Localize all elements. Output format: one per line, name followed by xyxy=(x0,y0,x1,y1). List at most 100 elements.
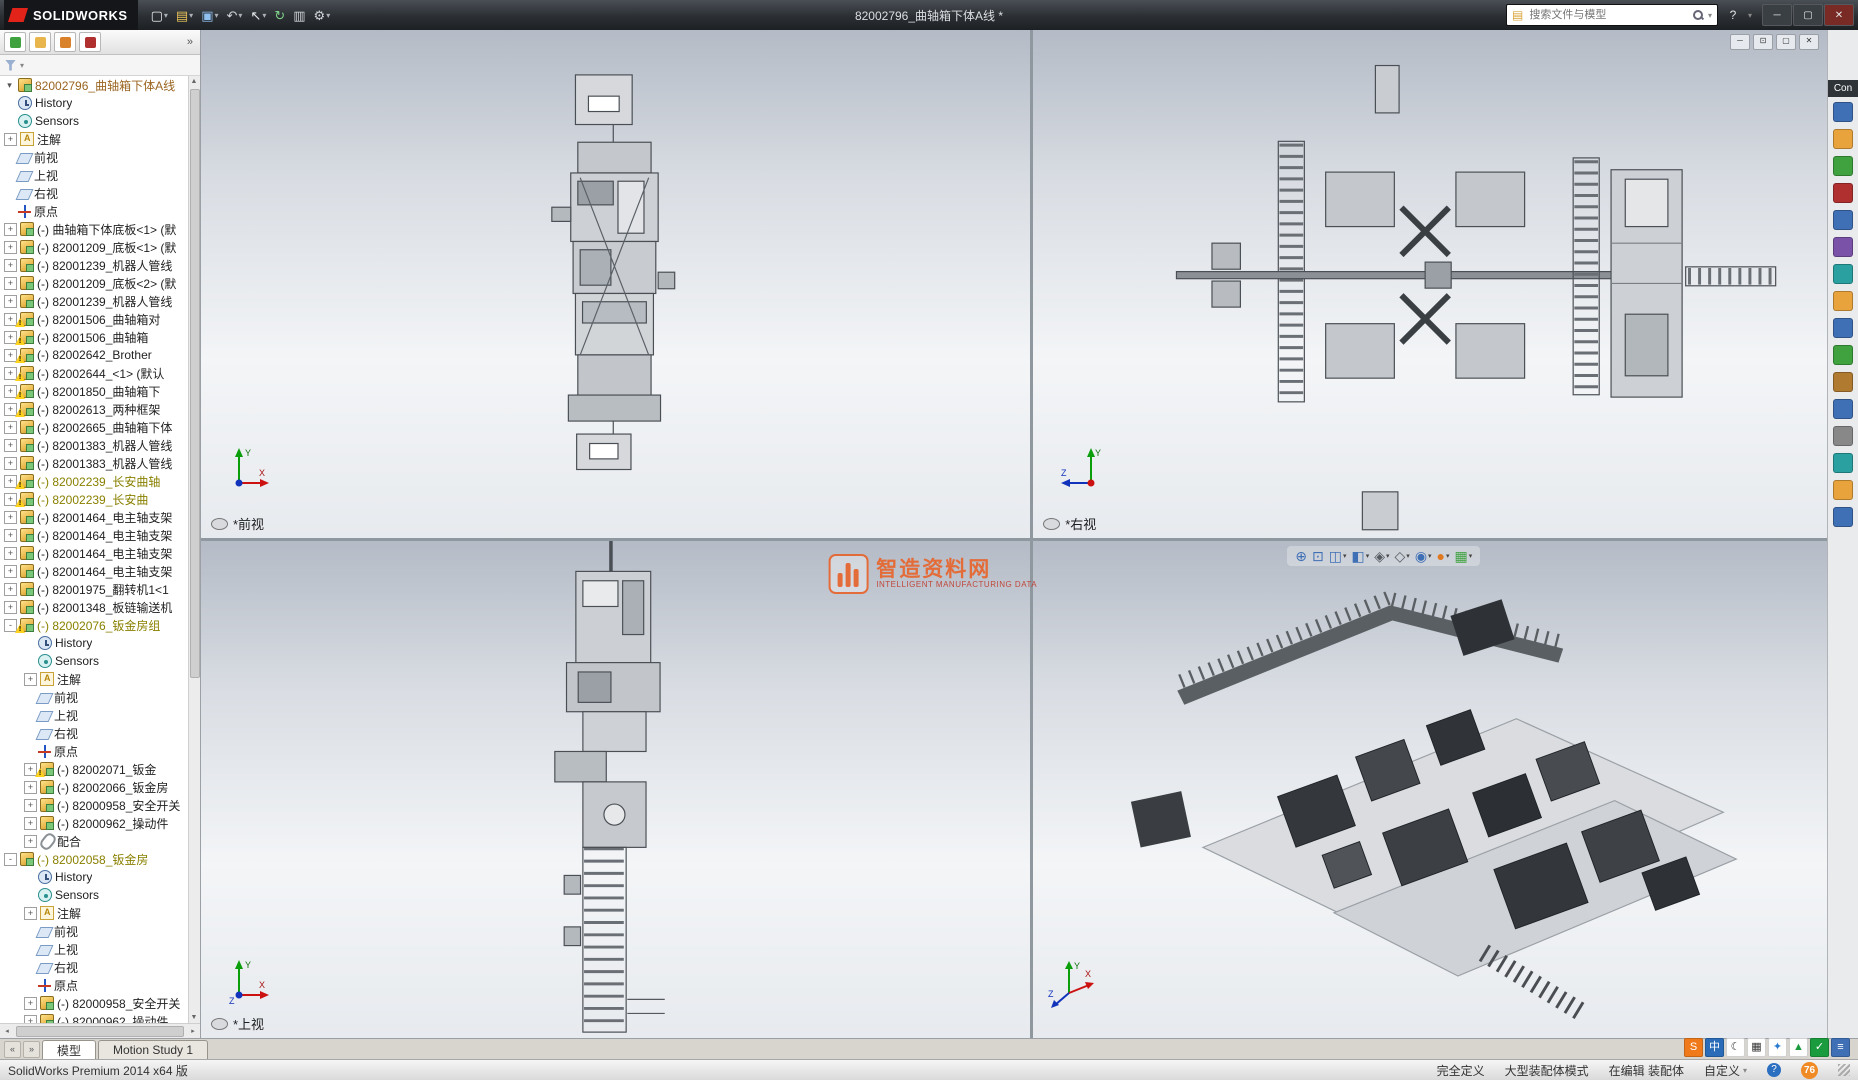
help-caret-icon[interactable]: ▾ xyxy=(1748,11,1752,20)
tree-item[interactable]: 原点 xyxy=(0,742,189,760)
tree-item[interactable]: + (-) 82001348_板链输送机 xyxy=(0,598,189,616)
close-button[interactable]: ✕ xyxy=(1824,4,1854,26)
tree-item[interactable]: + (-) 82001464_电主轴支架 xyxy=(0,544,189,562)
tree-item[interactable]: History xyxy=(0,634,189,652)
scroll-thumb[interactable] xyxy=(16,1025,184,1037)
displaymanager-tab[interactable] xyxy=(79,32,101,52)
tree-item[interactable]: Sensors xyxy=(0,112,189,130)
tree-item[interactable]: + (-) 82001383_机器人管线 xyxy=(0,436,189,454)
expander-icon[interactable]: + xyxy=(4,312,17,326)
tree-item[interactable]: +! (-) 82002644_<1> (默认 xyxy=(0,364,189,382)
expander-icon[interactable]: + xyxy=(4,600,17,614)
propertymanager-tab[interactable] xyxy=(29,32,51,52)
tree-item[interactable]: +! (-) 82002613_两种框架 xyxy=(0,400,189,418)
featuremanager-tab[interactable] xyxy=(4,32,26,52)
tray-icon[interactable]: ≡ xyxy=(1831,1038,1850,1057)
tray-icon[interactable]: ▲ xyxy=(1789,1038,1808,1057)
expander-icon[interactable]: + xyxy=(24,780,37,794)
tray-icon[interactable]: ✓ xyxy=(1810,1038,1829,1057)
expander-icon[interactable]: - xyxy=(4,852,17,866)
panel-overflow-chevron[interactable]: » xyxy=(184,36,196,48)
minimize-button[interactable]: ─ xyxy=(1762,4,1792,26)
tree-item[interactable]: + (-) 82002066_钣金房 xyxy=(0,778,189,796)
tree-item[interactable]: + (-) 82001239_机器人管线 xyxy=(0,256,189,274)
tray-icon[interactable]: ✦ xyxy=(1768,1038,1787,1057)
display-style-button[interactable]: ◇ ▾ xyxy=(1394,548,1411,564)
tray-icon[interactable]: ☾ xyxy=(1726,1038,1745,1057)
tree-item[interactable]: + (-) 82001464_电主轴支架 xyxy=(0,526,189,544)
doc-minimize-icon[interactable]: ─ xyxy=(1730,34,1750,50)
expander-icon[interactable]: + xyxy=(4,510,17,524)
expander-icon[interactable]: + xyxy=(4,258,17,272)
tree-item[interactable]: + (-) 82000962_操动件 xyxy=(0,814,189,832)
scroll-left-icon[interactable]: ◂ xyxy=(0,1027,14,1035)
task-pane-header[interactable]: Con xyxy=(1828,80,1858,97)
expander-icon[interactable]: + xyxy=(4,546,17,560)
taskpane-icon[interactable] xyxy=(1833,480,1853,500)
scroll-right-icon[interactable]: ▸ xyxy=(186,1027,200,1035)
taskpane-icon[interactable] xyxy=(1833,210,1853,230)
expander-icon[interactable]: + xyxy=(24,996,37,1010)
scroll-thumb[interactable] xyxy=(190,89,200,679)
tree-item[interactable]: + 注解 xyxy=(0,130,189,148)
taskpane-icon[interactable] xyxy=(1833,291,1853,311)
expander-icon[interactable]: + xyxy=(4,492,17,506)
tree-item[interactable]: + (-) 82001209_底板<2> (默 xyxy=(0,274,189,292)
expander-icon[interactable]: + xyxy=(4,276,17,290)
expander-icon[interactable]: + xyxy=(4,240,17,254)
expander-icon[interactable]: + xyxy=(4,438,17,452)
apply-scene-button[interactable]: ▦ ▾ xyxy=(1454,548,1474,564)
tree-item[interactable]: + 注解 xyxy=(0,904,189,922)
tree-item[interactable]: 前视 xyxy=(0,688,189,706)
expander-icon[interactable]: + xyxy=(24,906,37,920)
maximize-button[interactable]: ▢ xyxy=(1793,4,1823,26)
tree-horizontal-scrollbar[interactable]: ◂ ▸ xyxy=(0,1023,200,1038)
section-view-button[interactable]: ◧ ▾ xyxy=(1350,548,1370,564)
rebuild-button[interactable]: ↻ xyxy=(271,7,288,24)
taskpane-icon[interactable] xyxy=(1833,129,1853,149)
tree-item[interactable]: +! (-) 82001506_曲轴箱 xyxy=(0,328,189,346)
taskpane-icon[interactable] xyxy=(1833,183,1853,203)
tree-item[interactable]: + (-) 82002665_曲轴箱下体 xyxy=(0,418,189,436)
filter-icon[interactable] xyxy=(5,59,16,71)
expander-icon[interactable]: ▾ xyxy=(4,80,15,91)
tree-item[interactable]: + (-) 82001464_电主轴支架 xyxy=(0,562,189,580)
expander-icon[interactable]: + xyxy=(24,798,37,812)
tree-item[interactable]: +! (-) 82002071_钣金 xyxy=(0,760,189,778)
tree-item[interactable]: + (-) 82000958_安全开关 xyxy=(0,994,189,1012)
expander-icon[interactable]: + xyxy=(4,366,17,380)
tab-model[interactable]: 模型 xyxy=(42,1040,97,1059)
doc-maximize-icon[interactable]: ▢ xyxy=(1776,34,1796,50)
customize-menu[interactable]: 自定义 ▾ xyxy=(1704,1062,1747,1079)
tree-item[interactable]: + (-) 82001464_电主轴支架 xyxy=(0,508,189,526)
doc-restore-icon[interactable]: ⊡ xyxy=(1753,34,1773,50)
tree-item[interactable]: + (-) 82001975_翻转机1<1 xyxy=(0,580,189,598)
tree-item[interactable]: 右视 xyxy=(0,184,189,202)
tree-item[interactable]: + 注解 xyxy=(0,670,189,688)
save-button[interactable]: ▣ ▾ xyxy=(198,7,221,24)
tree-item[interactable]: 原点 xyxy=(0,976,189,994)
search-input[interactable] xyxy=(1527,8,1689,22)
viewport-isometric[interactable]: ⊕ ⊡ ◫ ▾ ◧ ▾ ◈ ▾ ◇ ▾ ◉ ▾ ● ▾ ▦ ▾ Y X Z xyxy=(1033,541,1827,1038)
tree-item[interactable]: Sensors xyxy=(0,886,189,904)
zoom-area-button[interactable]: ⊡ xyxy=(1311,548,1325,564)
tree-root-item[interactable]: ▾ 82002796_曲轴箱下体A线 xyxy=(0,76,189,94)
scroll-down-icon[interactable]: ▼ xyxy=(189,1012,199,1023)
tree-item[interactable]: 前视 xyxy=(0,922,189,940)
zoom-fit-button[interactable]: ⊕ xyxy=(1294,548,1308,564)
expander-icon[interactable]: + xyxy=(4,132,17,146)
hide-show-items-button[interactable]: ◉ ▾ xyxy=(1414,548,1433,564)
tree-item[interactable]: +! (-) 82002642_Brother xyxy=(0,346,189,364)
scroll-up-icon[interactable]: ▲ xyxy=(189,76,199,87)
expander-icon[interactable]: + xyxy=(24,1014,37,1023)
search-box[interactable]: ▤ ▾ xyxy=(1505,4,1718,26)
tree-item[interactable]: +! (-) 82001850_曲轴箱下 xyxy=(0,382,189,400)
search-caret-icon[interactable]: ▾ xyxy=(1708,11,1712,20)
tree-item[interactable]: 上视 xyxy=(0,706,189,724)
edit-appearance-button[interactable]: ● ▾ xyxy=(1436,548,1451,564)
expander-icon[interactable]: + xyxy=(24,834,37,848)
expander-icon[interactable]: + xyxy=(4,222,17,236)
expander-icon[interactable]: + xyxy=(4,402,17,416)
expander-icon[interactable]: + xyxy=(4,348,17,362)
view-orientation-button[interactable]: ◈ ▾ xyxy=(1373,548,1390,564)
